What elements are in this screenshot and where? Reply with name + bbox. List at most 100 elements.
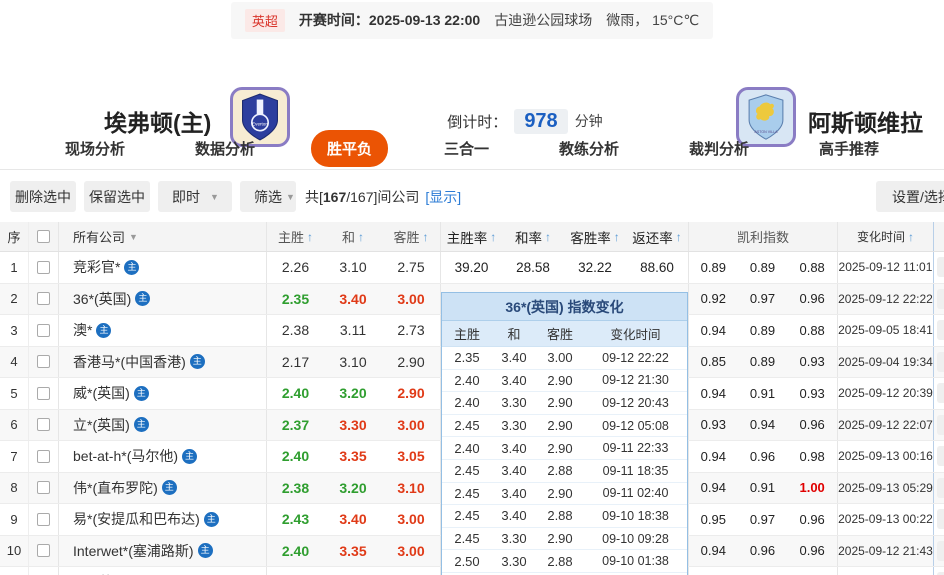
change-time: 2025-09-05 18:41 xyxy=(836,315,933,346)
company-name[interactable]: 威*(英国) xyxy=(73,383,130,403)
odds-draw: 3.10 xyxy=(339,353,367,370)
odds-away: 3.00 xyxy=(397,542,425,559)
header-home-sort[interactable]: 主胜 ↑ xyxy=(266,222,324,251)
row-checkbox[interactable] xyxy=(37,323,50,337)
trend-button[interactable] xyxy=(936,383,944,404)
popup-away-odds: 2.90 xyxy=(536,531,584,546)
kelly-away: 0.88 xyxy=(799,322,825,338)
popup-home-odds: 2.40 xyxy=(442,441,492,456)
trend-button[interactable] xyxy=(936,320,944,341)
odds-home: 2.26 xyxy=(266,252,324,283)
popup-odds-value: 2.88 xyxy=(547,508,573,524)
tab-three-in-one[interactable]: 三合一 xyxy=(430,130,503,167)
trend-button[interactable] xyxy=(936,414,944,435)
company-name[interactable]: 竞彩官* xyxy=(73,257,120,277)
row-checkbox-cell xyxy=(28,409,58,440)
tab-referee-analysis[interactable]: 裁判分析 xyxy=(675,130,763,167)
trend-button[interactable] xyxy=(936,257,944,278)
company-name[interactable]: 澳* xyxy=(73,320,92,340)
popup-odds-value: 2.90 xyxy=(547,531,573,547)
company-name[interactable]: 香港马*(中国香港) xyxy=(73,352,186,372)
trend-button[interactable] xyxy=(936,509,944,530)
odds-away: 2.73 xyxy=(397,322,425,339)
odds-away: 2.90 xyxy=(397,385,425,402)
odds-draw: 3.40 xyxy=(324,567,382,575)
kelly-home: 0.95 xyxy=(688,504,738,535)
header-home-rate-sort[interactable]: 主胜率 ↑ xyxy=(440,222,502,251)
tab-live-analysis[interactable]: 现场分析 xyxy=(51,130,139,167)
toolbar: 删除选中 保留选中 即时 ▼ 筛选 ▼ 共[167/167]间公司 [显示] 设置/选… xyxy=(0,181,944,213)
header-return-rate-sort[interactable]: 返还率 ↑ xyxy=(626,222,688,251)
show-link[interactable]: [显示] xyxy=(425,189,461,205)
trend-button[interactable] xyxy=(936,446,944,467)
row-extra-cell xyxy=(932,567,944,575)
row-checkbox[interactable] xyxy=(37,292,50,306)
company-name[interactable]: 36*(英国) xyxy=(73,289,131,309)
company-name[interactable]: 伟*(直布罗陀) xyxy=(73,478,158,498)
row-checkbox-cell xyxy=(28,252,58,283)
odds-home: 2.17 xyxy=(266,346,324,377)
svg-text:Everton: Everton xyxy=(252,122,268,127)
trend-button[interactable] xyxy=(936,540,944,561)
select-all-checkbox[interactable] xyxy=(37,230,50,243)
row-checkbox[interactable] xyxy=(37,449,50,463)
popup-odds-value: 2.50 xyxy=(454,553,480,569)
trend-button[interactable] xyxy=(936,351,944,372)
change-time: 2025-09-04 19:34 xyxy=(836,346,933,377)
row-checkbox-cell xyxy=(28,283,58,314)
tab-coach-analysis[interactable]: 教练分析 xyxy=(545,130,633,167)
header-draw-rate-sort[interactable]: 和率 ↑ xyxy=(502,222,564,251)
row-checkbox[interactable] xyxy=(37,355,50,369)
table-header: 序 所有公司 ▼ 主胜 ↑ 和 ↑ 客胜 ↑ 主胜率 ↑ 和率 ↑ 客胜率 ↑ 返还率 ↑ 凯利… xyxy=(0,222,944,252)
kickoff-time: 开赛时间：2025-09-13 22:00 xyxy=(299,10,480,30)
settings-select-button[interactable]: 设置/选择 xyxy=(876,181,944,212)
header-select-all[interactable] xyxy=(28,222,58,251)
header-company[interactable]: 所有公司 ▼ xyxy=(58,222,266,251)
row-checkbox-cell xyxy=(28,567,58,575)
popup-row: 2.40 3.40 2.90 09-11 22:33 xyxy=(442,437,687,460)
kelly-home: 0.93 xyxy=(688,409,738,440)
filter-dropdown[interactable]: 筛选 ▼ xyxy=(240,181,296,212)
league-badge[interactable]: 英超 xyxy=(244,8,285,32)
popup-odds-value: 2.45 xyxy=(454,463,480,479)
trend-button[interactable] xyxy=(936,477,944,498)
header-away-rate-sort[interactable]: 客胜率 ↑ xyxy=(564,222,626,251)
home-mark-icon: 主 xyxy=(135,291,151,307)
header-draw-sort[interactable]: 和 ↑ xyxy=(324,222,382,251)
odds-away: 3.05 xyxy=(397,448,425,465)
keep-selected-button[interactable]: 保留选中 xyxy=(84,181,150,212)
company-name[interactable]: bet-at-h*(马尔他) xyxy=(73,446,178,466)
company-name[interactable]: 易*(安提瓜和巴布达) xyxy=(73,509,200,529)
popup-row: 2.35 3.40 3.00 09-12 22:22 xyxy=(442,347,687,370)
company-name[interactable]: Interwet*(塞浦路斯) xyxy=(73,541,194,561)
trend-button[interactable] xyxy=(936,288,944,309)
instant-dropdown[interactable]: 即时 ▼ xyxy=(158,181,232,212)
popup-change-time: 09-12 21:30 xyxy=(602,373,669,388)
row-checkbox[interactable] xyxy=(37,512,50,526)
odds-draw: 3.30 xyxy=(339,416,367,433)
page: 英超 开赛时间：2025-09-13 22:00 古迪逊公园球场 微雨， 15°… xyxy=(0,0,944,575)
row-checkbox[interactable] xyxy=(37,418,50,432)
company-name[interactable]: 立*(英国) xyxy=(73,415,130,435)
delete-selected-button[interactable]: 删除选中 xyxy=(10,181,76,212)
row-checkbox-cell xyxy=(28,315,58,346)
tab-expert-picks[interactable]: 高手推荐 xyxy=(805,130,893,167)
popup-header-draw: 和 xyxy=(507,327,521,342)
tab-win-draw-lose[interactable]: 胜平负 xyxy=(310,129,388,167)
row-checkbox[interactable] xyxy=(37,481,50,495)
row-checkbox[interactable] xyxy=(37,260,50,274)
popup-change-time: 09-12 05:08 xyxy=(602,418,669,433)
sort-asc-icon: ↑ xyxy=(307,229,313,244)
company-cell: 威*(英国) 主 xyxy=(58,378,266,409)
row-checkbox[interactable] xyxy=(37,544,50,558)
odds-home: 2.38 xyxy=(266,315,324,346)
kickoff-value: 2025-09-13 22:00 xyxy=(368,12,481,28)
popup-away-odds: 2.90 xyxy=(536,441,584,456)
tab-data-analysis[interactable]: 数据分析 xyxy=(181,130,269,167)
row-checkbox[interactable] xyxy=(37,386,50,400)
popup-odds-value: 2.88 xyxy=(547,463,573,479)
header-change-time-sort[interactable]: 变化时间 ↑ xyxy=(837,222,933,251)
popup-draw-odds: 3.40 xyxy=(492,463,536,478)
header-away-sort[interactable]: 客胜 ↑ xyxy=(382,222,440,251)
change-time: 2025-09-12 22:07 xyxy=(836,409,933,440)
